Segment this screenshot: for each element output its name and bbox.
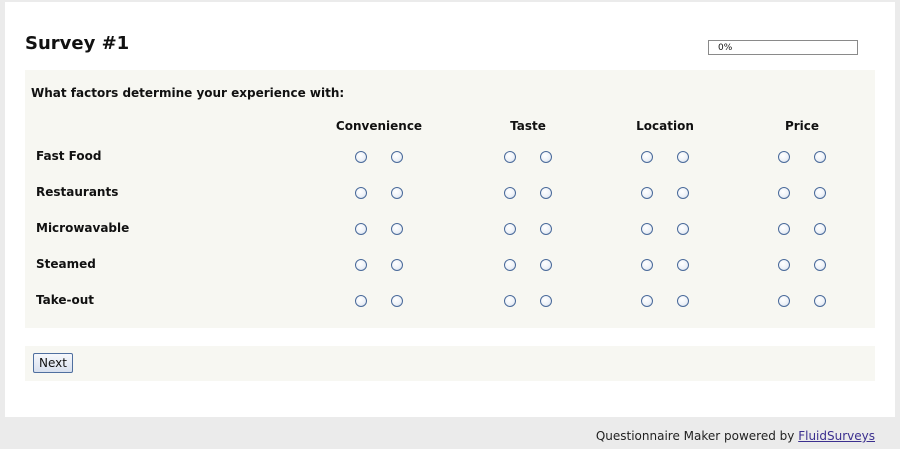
progress-bar: 0% <box>708 40 858 55</box>
row-label-restaurants: Restaurants <box>36 185 119 199</box>
question-matrix: What factors determine your experience w… <box>25 70 875 328</box>
radio-restaurants-convenience-2[interactable] <box>391 187 403 199</box>
radio-take-out-taste-2[interactable] <box>540 295 552 307</box>
radio-fast-food-taste-2[interactable] <box>540 151 552 163</box>
radio-microwavable-taste-1[interactable] <box>504 223 516 235</box>
radio-steamed-price-1[interactable] <box>778 259 790 271</box>
question-text: What factors determine your experience w… <box>31 86 345 100</box>
radio-steamed-convenience-2[interactable] <box>391 259 403 271</box>
radio-fast-food-price-2[interactable] <box>814 151 826 163</box>
column-header-convenience: Convenience <box>335 119 423 133</box>
radio-steamed-location-1[interactable] <box>641 259 653 271</box>
radio-take-out-price-2[interactable] <box>814 295 826 307</box>
next-button[interactable]: Next <box>33 353 73 373</box>
column-header-price: Price <box>784 119 820 133</box>
radio-take-out-convenience-2[interactable] <box>391 295 403 307</box>
fluidsurveys-link[interactable]: FluidSurveys <box>798 429 875 443</box>
row-label-fast-food: Fast Food <box>36 149 102 163</box>
progress-label: 0% <box>718 43 733 53</box>
navigation-bar: Next <box>25 346 875 381</box>
radio-microwavable-convenience-2[interactable] <box>391 223 403 235</box>
survey-title: Survey #1 <box>25 33 130 54</box>
radio-fast-food-location-2[interactable] <box>677 151 689 163</box>
row-label-take-out: Take-out <box>36 293 95 307</box>
radio-take-out-taste-1[interactable] <box>504 295 516 307</box>
radio-steamed-convenience-1[interactable] <box>355 259 367 271</box>
column-header-location: Location <box>636 119 694 133</box>
radio-fast-food-taste-1[interactable] <box>504 151 516 163</box>
radio-microwavable-price-2[interactable] <box>814 223 826 235</box>
radio-restaurants-convenience-1[interactable] <box>355 187 367 199</box>
row-label-steamed: Steamed <box>36 257 96 271</box>
radio-restaurants-location-1[interactable] <box>641 187 653 199</box>
radio-fast-food-location-1[interactable] <box>641 151 653 163</box>
radio-restaurants-location-2[interactable] <box>677 187 689 199</box>
radio-take-out-price-1[interactable] <box>778 295 790 307</box>
radio-steamed-taste-2[interactable] <box>540 259 552 271</box>
radio-microwavable-price-1[interactable] <box>778 223 790 235</box>
radio-take-out-location-1[interactable] <box>641 295 653 307</box>
footer-text: Questionnaire Maker powered by <box>595 429 799 443</box>
footer: Questionnaire Maker powered by FluidSurv… <box>596 429 875 443</box>
survey-card: Survey #1 0% What factors determine your… <box>5 2 895 417</box>
radio-take-out-location-2[interactable] <box>677 295 689 307</box>
radio-microwavable-location-1[interactable] <box>641 223 653 235</box>
radio-steamed-taste-1[interactable] <box>504 259 516 271</box>
column-header-taste: Taste <box>510 119 546 133</box>
radio-fast-food-price-1[interactable] <box>778 151 790 163</box>
row-label-microwavable: Microwavable <box>36 221 130 235</box>
radio-microwavable-convenience-1[interactable] <box>355 223 367 235</box>
radio-fast-food-convenience-1[interactable] <box>355 151 367 163</box>
radio-take-out-convenience-1[interactable] <box>355 295 367 307</box>
radio-restaurants-price-1[interactable] <box>778 187 790 199</box>
radio-steamed-location-2[interactable] <box>677 259 689 271</box>
radio-microwavable-location-2[interactable] <box>677 223 689 235</box>
radio-fast-food-convenience-2[interactable] <box>391 151 403 163</box>
radio-restaurants-price-2[interactable] <box>814 187 826 199</box>
radio-restaurants-taste-1[interactable] <box>504 187 516 199</box>
radio-steamed-price-2[interactable] <box>814 259 826 271</box>
radio-restaurants-taste-2[interactable] <box>540 187 552 199</box>
radio-microwavable-taste-2[interactable] <box>540 223 552 235</box>
